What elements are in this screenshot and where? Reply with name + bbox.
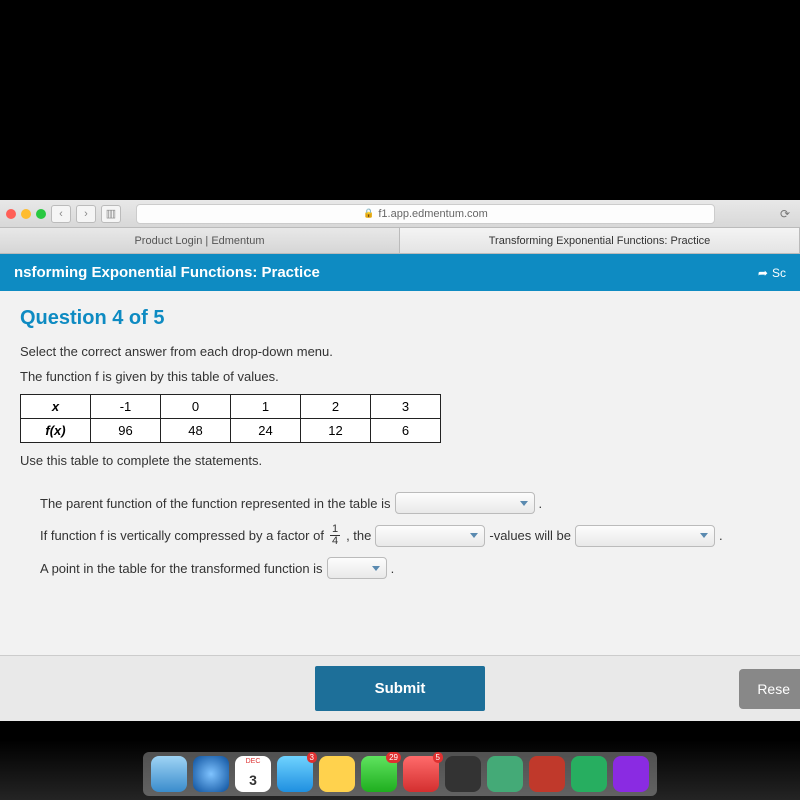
table-row: x -1 0 1 2 3 [21, 395, 441, 419]
chevron-down-icon [520, 501, 528, 506]
share-icon: ➦ [758, 266, 768, 280]
cell: 3 [371, 395, 441, 419]
mail-icon[interactable]: 3 [277, 756, 313, 792]
statement-3: A point in the table for the transformed… [40, 557, 780, 579]
dropdown-point[interactable] [327, 557, 387, 579]
calendar-icon[interactable]: DEC 3 [235, 756, 271, 792]
row-label-fx: f(x) [21, 419, 91, 443]
url-text: f1.app.edmentum.com [378, 208, 487, 220]
after-table: Use this table to complete the statement… [20, 453, 780, 468]
finder-icon[interactable] [151, 756, 187, 792]
cell: -1 [91, 395, 161, 419]
statement-2: If function f is vertically compressed b… [40, 524, 780, 547]
minimize-window-icon[interactable] [21, 209, 31, 219]
question-page: Question 4 of 5 Select the correct answe… [0, 291, 800, 721]
header-right[interactable]: ➦ Sc [758, 266, 786, 280]
back-button[interactable]: ‹ [51, 205, 71, 223]
chevron-down-icon [470, 533, 478, 538]
mail-badge: 3 [307, 752, 317, 763]
cell: 24 [231, 419, 301, 443]
chevron-down-icon [372, 566, 380, 571]
window-controls [6, 209, 46, 219]
reload-button[interactable]: ⟳ [780, 207, 794, 221]
chevron-down-icon [700, 533, 708, 538]
cell: 6 [371, 419, 441, 443]
app-icon-5[interactable] [571, 756, 607, 792]
browser-toolbar: ‹ › ▥ 🔒 f1.app.edmentum.com ⟳ [0, 200, 800, 228]
sidebar-button[interactable]: ▥ [101, 205, 121, 223]
statement-1: The parent function of the function repr… [40, 492, 780, 514]
table-row: f(x) 96 48 24 12 6 [21, 419, 441, 443]
cell: 12 [301, 419, 371, 443]
reset-button[interactable]: Rese [739, 669, 800, 709]
values-table: x -1 0 1 2 3 f(x) 96 48 24 12 6 [20, 394, 441, 443]
messages-icon[interactable]: 29 [361, 756, 397, 792]
prompt: The function f is given by this table of… [20, 369, 780, 384]
desktop-dock-area: DEC 3 3 29 5 [0, 740, 800, 800]
dropdown-values-type[interactable] [375, 525, 485, 547]
safari-icon[interactable] [193, 756, 229, 792]
tab-bar: Product Login | Edmentum Transforming Ex… [0, 228, 800, 254]
app-badge: 5 [433, 752, 443, 763]
app-icon[interactable]: 5 [403, 756, 439, 792]
messages-badge: 29 [386, 752, 401, 763]
app-icon-4[interactable] [529, 756, 565, 792]
app-icon-2[interactable] [445, 756, 481, 792]
page-title: nsforming Exponential Functions: Practic… [14, 264, 320, 281]
cell: 0 [161, 395, 231, 419]
tab-practice[interactable]: Transforming Exponential Functions: Prac… [400, 228, 800, 253]
app-header: nsforming Exponential Functions: Practic… [0, 254, 800, 291]
fraction-one-quarter: 1 4 [330, 524, 340, 547]
forward-button[interactable]: › [76, 205, 96, 223]
cell: 48 [161, 419, 231, 443]
close-window-icon[interactable] [6, 209, 16, 219]
lock-icon: 🔒 [363, 208, 374, 219]
row-label-x: x [21, 395, 91, 419]
action-bar: Submit Rese [0, 655, 800, 721]
instruction: Select the correct answer from each drop… [20, 344, 780, 359]
app-icon-3[interactable] [487, 756, 523, 792]
app-icon-6[interactable] [613, 756, 649, 792]
notes-icon[interactable] [319, 756, 355, 792]
cell: 1 [231, 395, 301, 419]
address-bar[interactable]: 🔒 f1.app.edmentum.com [136, 204, 715, 224]
dropdown-values-result[interactable] [575, 525, 715, 547]
dropdown-parent-function[interactable] [395, 492, 535, 514]
cell: 96 [91, 419, 161, 443]
tab-login[interactable]: Product Login | Edmentum [0, 228, 400, 253]
maximize-window-icon[interactable] [36, 209, 46, 219]
question-number: Question 4 of 5 [20, 307, 780, 330]
submit-button[interactable]: Submit [315, 666, 486, 711]
statements: The parent function of the function repr… [20, 478, 780, 579]
dock: DEC 3 3 29 5 [143, 752, 657, 796]
cell: 2 [301, 395, 371, 419]
